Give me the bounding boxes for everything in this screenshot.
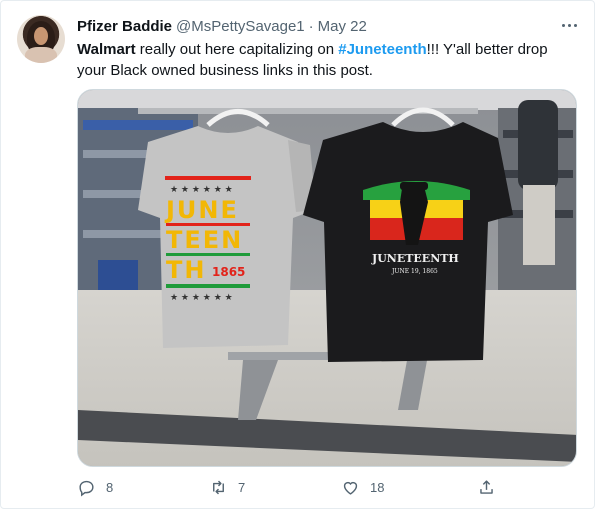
shirt-title: JUNETEENTH <box>371 252 459 265</box>
shirt-year: 1865 <box>212 265 245 279</box>
reply-button[interactable]: 8 <box>77 475 113 499</box>
display-name[interactable]: Pfizer Baddie <box>77 18 172 35</box>
reply-count: 8 <box>106 479 114 495</box>
right-shirt: JUNETEENTH JUNE 19, 1865 <box>303 122 513 362</box>
avatar[interactable] <box>17 15 65 63</box>
action-bar: 8 7 18 <box>77 475 507 499</box>
store-photo: ★ ★ ★ ★ ★ ★ JUNE TEEN TH 1865 ★ ★ ★ ★ ★ … <box>78 90 576 466</box>
more-icon[interactable] <box>557 15 581 35</box>
like-count: 18 <box>370 479 385 495</box>
svg-text:★ ★ ★ ★ ★ ★: ★ ★ ★ ★ ★ ★ <box>170 293 233 303</box>
retweet-button[interactable]: 7 <box>209 475 245 499</box>
retweet-count: 7 <box>238 479 246 495</box>
tweet-date[interactable]: May 22 <box>318 18 367 35</box>
share-button[interactable] <box>477 475 496 499</box>
tweet-card: Pfizer Baddie @MsPettySavage1 · May 22 W… <box>0 0 595 509</box>
mention-walmart[interactable]: Walmart <box>77 41 136 58</box>
tweet-header: Pfizer Baddie @MsPettySavage1 · May 22 <box>77 16 367 36</box>
shirt-text-line3: TH <box>166 256 206 284</box>
shirt-text-line1: JUNE <box>164 196 239 224</box>
reply-icon <box>79 480 94 496</box>
tweet-text: Walmart really out here capitalizing on … <box>77 39 577 81</box>
tweet-photo[interactable]: ★ ★ ★ ★ ★ ★ JUNE TEEN TH 1865 ★ ★ ★ ★ ★ … <box>77 89 577 467</box>
avatar-face <box>34 27 48 45</box>
like-button[interactable]: 18 <box>341 475 384 499</box>
share-icon <box>480 479 493 494</box>
svg-text:★ ★ ★ ★ ★ ★: ★ ★ ★ ★ ★ ★ <box>170 185 233 195</box>
separator-dot: · <box>308 17 314 35</box>
tweet-text-part1: really out here capitalizing on <box>135 41 339 58</box>
hashtag-juneteenth[interactable]: #Juneteenth <box>338 41 426 58</box>
shirt-subtitle: JUNE 19, 1865 <box>391 268 438 275</box>
like-icon <box>343 481 358 495</box>
shirt-text-line2: TEEN <box>166 226 243 254</box>
avatar-body <box>25 47 57 63</box>
retweet-icon <box>213 480 224 494</box>
user-handle[interactable]: @MsPettySavage1 <box>176 18 305 35</box>
